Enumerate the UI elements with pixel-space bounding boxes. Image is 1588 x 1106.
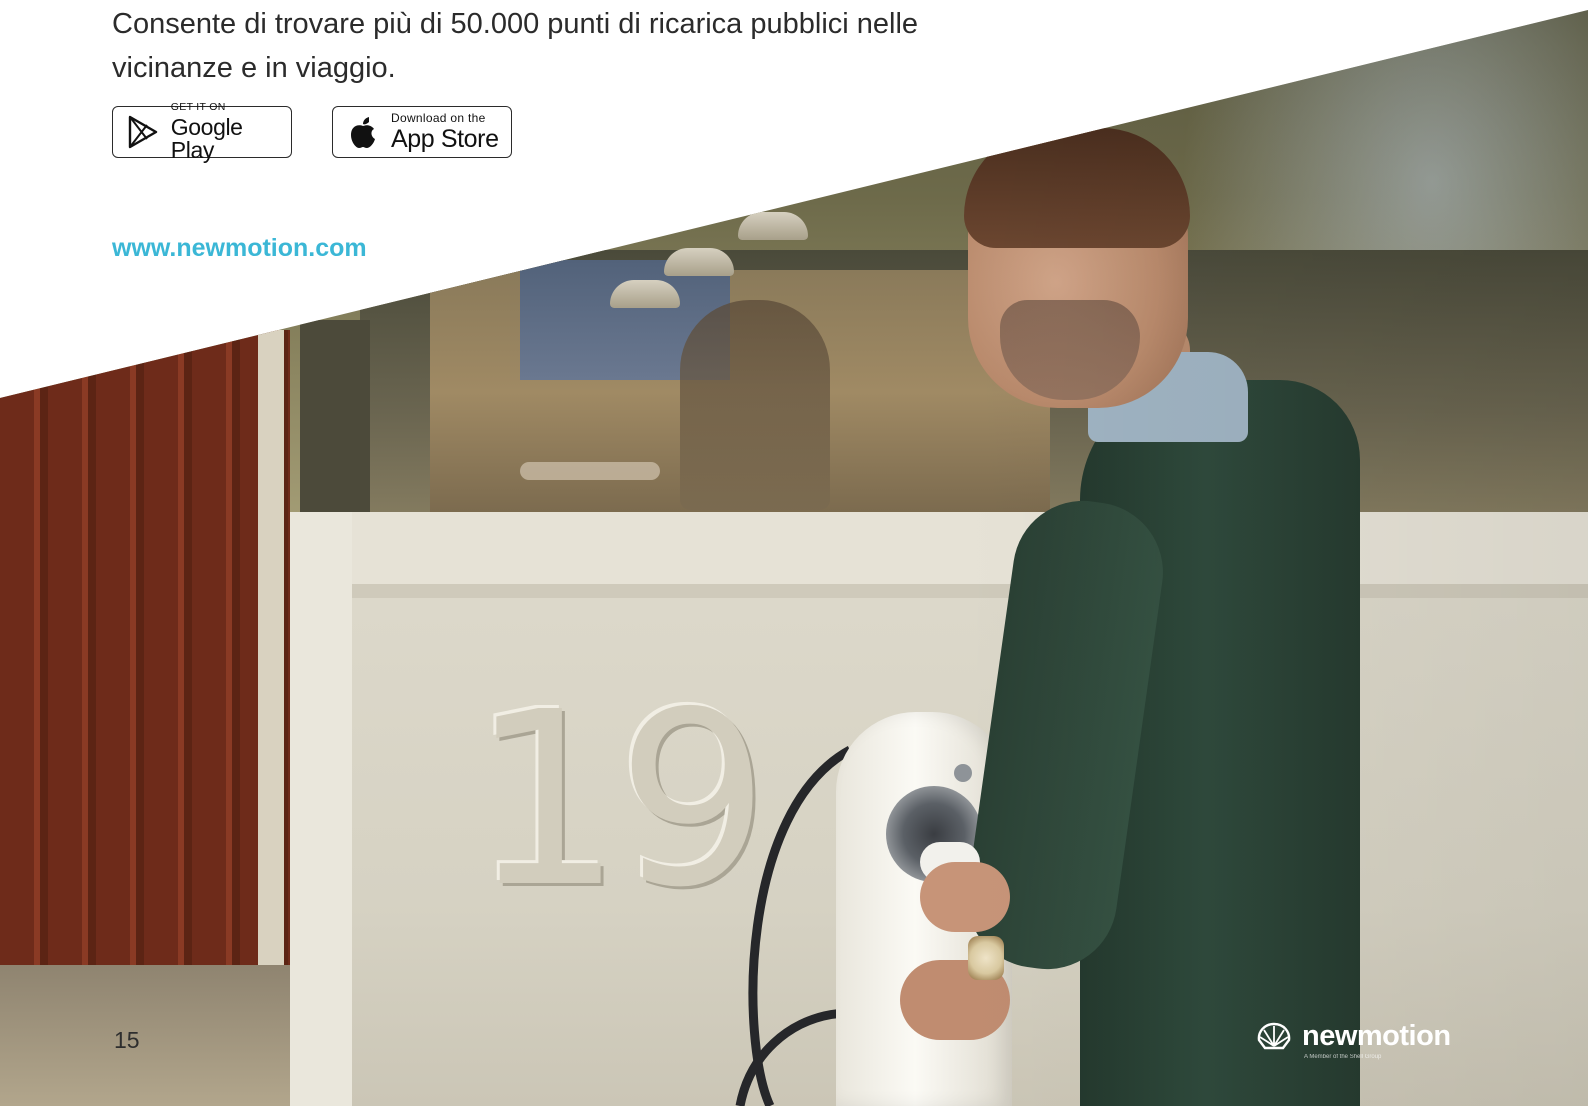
newmotion-logo: newmotion A Member of the Shell Group bbox=[1256, 1020, 1451, 1060]
photo-reflection-figure bbox=[680, 300, 830, 510]
app-store-badge[interactable]: Download on the App Store bbox=[332, 106, 512, 158]
google-play-badge[interactable]: GET IT ON Google Play bbox=[112, 102, 292, 161]
app-store-small-text: Download on the bbox=[391, 111, 486, 125]
photo-window-post bbox=[300, 320, 370, 530]
apple-icon bbox=[345, 114, 381, 150]
photo-rail bbox=[520, 462, 660, 480]
intro-line-2: vicinanze e in viaggio. bbox=[112, 52, 396, 84]
logo-wordmark: newmotion bbox=[1302, 1020, 1451, 1052]
photo-wooden-fence bbox=[0, 330, 290, 970]
photo-lamp bbox=[610, 280, 680, 308]
photo-lamp bbox=[664, 248, 734, 276]
photo-ground bbox=[0, 965, 290, 1106]
logo-tagline: A Member of the Shell Group bbox=[1304, 1054, 1382, 1060]
hero-photo: 19 bbox=[0, 10, 1588, 1106]
photo-wall-top bbox=[290, 512, 1588, 584]
app-store-label: App Store bbox=[391, 125, 499, 153]
page-number: 15 bbox=[114, 1027, 140, 1053]
google-play-small-text: GET IT ON bbox=[170, 101, 226, 114]
man-hair bbox=[964, 128, 1190, 248]
google-play-label: Google Play bbox=[170, 113, 243, 163]
intro-line-1: Consente di trovare più di 50.000 punti … bbox=[112, 8, 919, 40]
photo-fence-post bbox=[258, 330, 284, 990]
photo-wall-cap bbox=[290, 584, 1588, 598]
website-link[interactable]: www.newmotion.com bbox=[112, 234, 367, 263]
shell-icon bbox=[1256, 1022, 1292, 1052]
man-hand bbox=[920, 862, 1010, 932]
photo-lamp bbox=[738, 212, 808, 240]
intro-paragraph: Consente di trovare più di 50.000 punti … bbox=[112, 2, 1012, 90]
photo-wall-edge bbox=[290, 512, 352, 1106]
google-play-icon bbox=[125, 114, 161, 150]
charger-led bbox=[954, 764, 972, 782]
wrist-watch bbox=[968, 936, 1004, 980]
